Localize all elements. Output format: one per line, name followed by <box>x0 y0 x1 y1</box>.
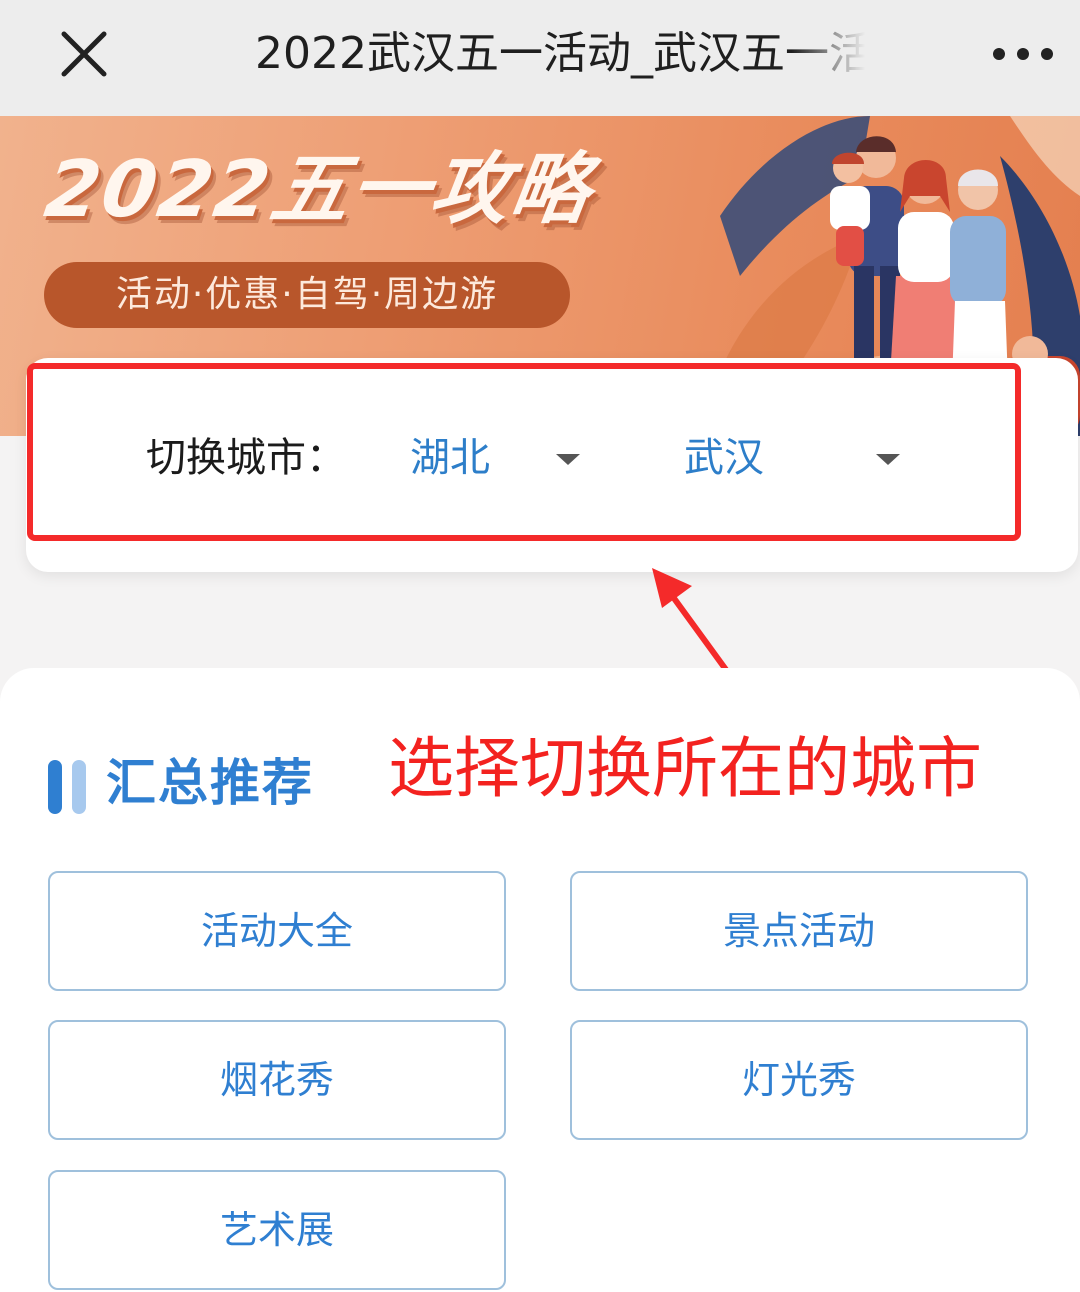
close-icon[interactable] <box>54 24 114 84</box>
city-value: 武汉 <box>684 435 764 481</box>
art-exhibition-button[interactable]: 艺术展 <box>48 1170 506 1290</box>
banner-tagline: 活动·优惠·自驾·周边游 <box>44 262 570 328</box>
province-value: 湖北 <box>410 435 490 481</box>
scenic-activities-button[interactable]: 景点活动 <box>570 871 1028 991</box>
province-select[interactable]: 湖北 <box>410 428 600 488</box>
light-show-button[interactable]: 灯光秀 <box>570 1020 1028 1140</box>
city-select[interactable]: 武汉 <box>684 428 908 488</box>
activities-all-button[interactable]: 活动大全 <box>48 871 506 991</box>
top-nav-bar: 2022武汉五一活动_武汉五一活动 <box>0 0 1080 116</box>
banner-heading: 2022五一攻略 <box>39 145 598 235</box>
page-title: 2022武汉五一活动_武汉五一活动 <box>255 28 865 79</box>
section-title: 汇总推荐 <box>106 754 314 812</box>
caret-down-icon <box>556 454 580 465</box>
more-dots-icon[interactable] <box>990 34 1056 74</box>
caret-down-icon <box>876 454 900 465</box>
section-marker-icon <box>48 760 88 814</box>
city-switch-label: 切换城市： <box>146 435 346 481</box>
fireworks-show-button[interactable]: 烟花秀 <box>48 1020 506 1140</box>
annotation-text: 选择切换所在的城市 <box>388 730 982 807</box>
